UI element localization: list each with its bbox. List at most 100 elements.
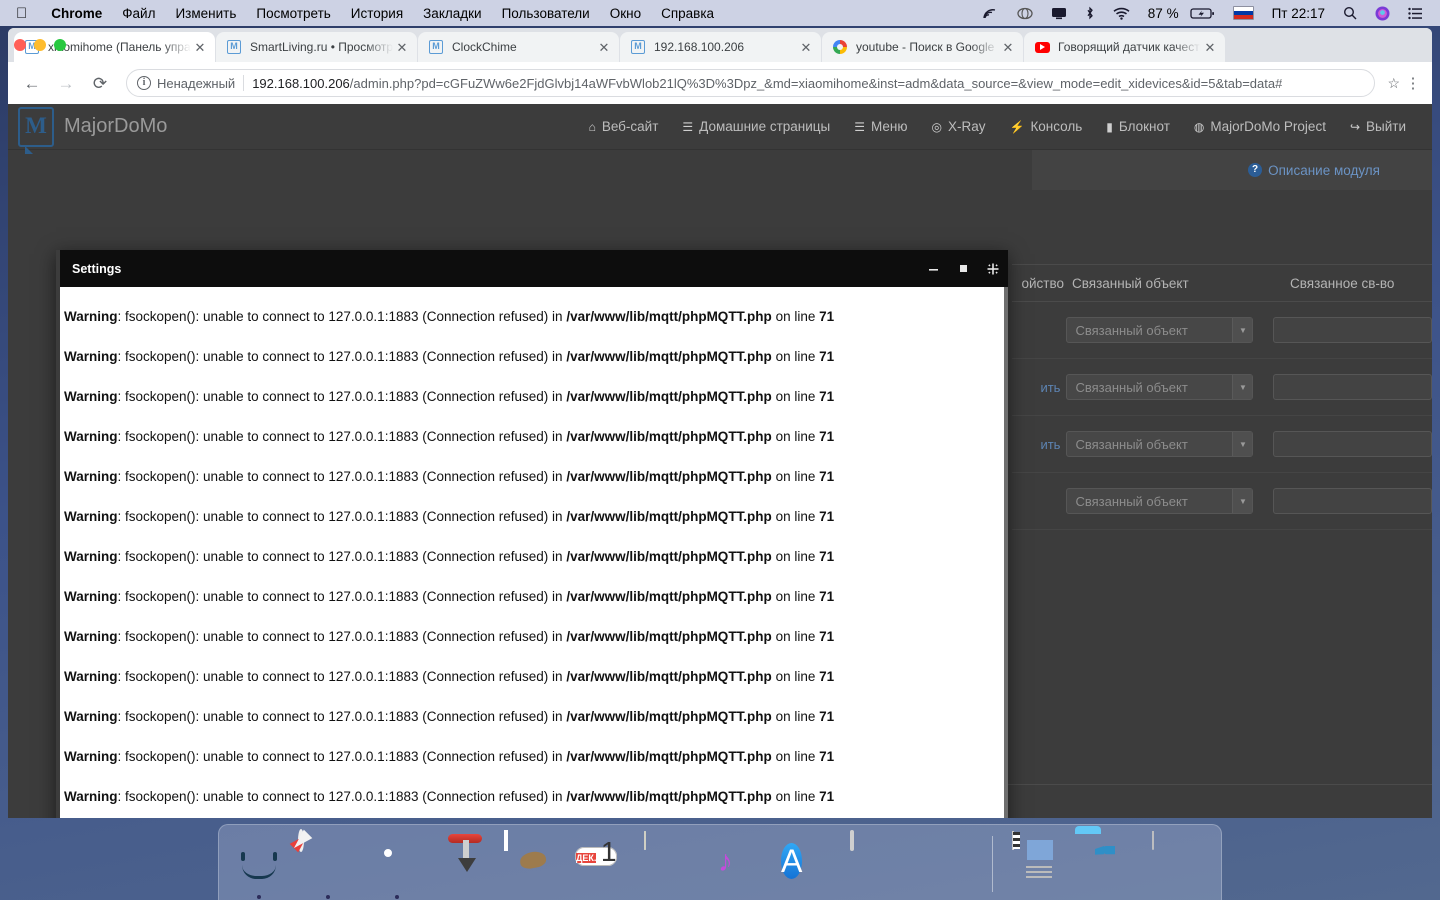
- menubar-item-chrome[interactable]: Chrome: [41, 6, 112, 21]
- dock-item-chrome[interactable]: [365, 832, 429, 899]
- wifi-icon[interactable]: [1104, 7, 1139, 20]
- info-circle-icon[interactable]: i: [137, 76, 151, 90]
- tab-close-icon[interactable]: ✕: [393, 41, 411, 54]
- nav-item-website[interactable]: ⌂ Веб-сайт: [577, 119, 671, 134]
- dock-item-app-store[interactable]: A: [779, 832, 843, 896]
- chevron-down-icon[interactable]: ▼: [1232, 375, 1253, 399]
- notebook-icon: ▮: [1106, 119, 1113, 134]
- row-action-link[interactable]: ить: [1012, 437, 1066, 452]
- browser-tab-smartliving[interactable]: M SmartLiving.ru • Просмотр с ✕: [216, 32, 417, 62]
- tab-close-icon[interactable]: ✕: [999, 41, 1017, 54]
- menubar-item-file[interactable]: Файл: [112, 6, 165, 21]
- module-description-label: Описание модуля: [1268, 162, 1380, 178]
- tab-close-icon[interactable]: ✕: [1201, 41, 1219, 54]
- linked-property-input[interactable]: [1273, 431, 1432, 457]
- display-mirror-icon[interactable]: [1042, 7, 1076, 20]
- nav-item-notebook[interactable]: ▮ Блокнот: [1094, 119, 1182, 134]
- menubar-item-users[interactable]: Пользователи: [492, 6, 600, 21]
- php-warning-line: Warning: fsockopen(): unable to connect …: [64, 469, 835, 484]
- tab-close-icon[interactable]: ✕: [595, 41, 613, 54]
- dialog-window-controls: [918, 250, 1008, 287]
- browser-tab-ip[interactable]: M 192.168.100.206 ✕: [620, 32, 821, 62]
- notification-center-icon[interactable]: [1399, 7, 1432, 20]
- zoom-window-button[interactable]: [54, 39, 66, 51]
- menubar-item-view[interactable]: Посмотреть: [246, 6, 340, 21]
- dock-item-system-preferences[interactable]: [917, 832, 981, 896]
- chevron-down-icon[interactable]: ▼: [1232, 318, 1253, 342]
- browser-tab-youtube[interactable]: Говорящий датчик качеств ✕: [1024, 32, 1225, 62]
- linked-property-input[interactable]: [1273, 317, 1432, 343]
- dialog-close-button[interactable]: [978, 250, 1008, 287]
- dialog-scrollbar[interactable]: [1004, 287, 1008, 818]
- menubar-clock[interactable]: Пт 22:17: [1263, 6, 1334, 21]
- dock-item-transmit[interactable]: [434, 832, 498, 896]
- browser-tab-google[interactable]: youtube - Поиск в Google ✕: [822, 32, 1023, 62]
- minimize-window-button[interactable]: [34, 39, 46, 51]
- chevron-down-icon[interactable]: ▼: [1232, 432, 1253, 456]
- menubar-status-area: 87 % Пт 22:17: [973, 6, 1440, 21]
- creative-cloud-icon[interactable]: [1008, 7, 1042, 20]
- dock-item-safari[interactable]: [289, 829, 360, 899]
- bolt-icon: ⚡: [1009, 119, 1025, 134]
- tab-close-icon[interactable]: ✕: [797, 41, 815, 54]
- dock-item-itunes[interactable]: [710, 832, 774, 896]
- dock-item-mail[interactable]: [503, 832, 567, 896]
- table-row: Связанный объект ▼: [1012, 302, 1432, 359]
- nav-item-logout[interactable]: ↪ Выйти: [1338, 119, 1418, 134]
- table-header-row: ойство Связанный объект Связанное св-во: [1012, 264, 1432, 302]
- nav-item-home-pages[interactable]: ☰ Домашние страницы: [670, 119, 842, 134]
- dialog-maximize-button[interactable]: [948, 250, 978, 287]
- dock-item-calendar[interactable]: ДЕК. 1: [572, 832, 636, 896]
- linked-object-select[interactable]: Связанный объект ▼: [1066, 317, 1254, 343]
- macos-dock: ДЕК. 1 A: [218, 824, 1222, 900]
- apple-menu-icon[interactable]: : [0, 6, 41, 21]
- airdrop-icon[interactable]: [973, 7, 1008, 20]
- spotlight-search-icon[interactable]: [1334, 6, 1366, 20]
- dialog-title: Settings: [72, 261, 122, 276]
- nav-item-console[interactable]: ⚡ Консоль: [997, 119, 1094, 134]
- tab-close-icon[interactable]: ✕: [191, 41, 209, 54]
- bookmark-star-icon[interactable]: ☆: [1387, 75, 1400, 92]
- linked-property-input[interactable]: [1273, 488, 1432, 514]
- logout-icon: ↪: [1349, 119, 1361, 134]
- row-action-link[interactable]: ить: [1012, 380, 1066, 395]
- nav-item-project[interactable]: ◍ MajorDoMo Project: [1182, 119, 1338, 134]
- chrome-menu-icon[interactable]: ⋮: [1404, 76, 1422, 91]
- dock-item-display[interactable]: [848, 830, 912, 896]
- majordomo-logo[interactable]: M MajorDoMo: [18, 106, 167, 154]
- forward-button[interactable]: →: [52, 69, 80, 97]
- dock-item-notes[interactable]: [641, 831, 705, 896]
- linked-property-input[interactable]: [1273, 374, 1432, 400]
- close-window-button[interactable]: [14, 39, 26, 51]
- menubar-item-window[interactable]: Окно: [600, 6, 651, 21]
- browser-tab-clockchime[interactable]: M ClockChime ✕: [418, 32, 619, 62]
- window-traffic-lights[interactable]: [14, 39, 66, 51]
- dock-item-windows-folder[interactable]: [1073, 832, 1137, 896]
- siri-icon[interactable]: [1366, 6, 1399, 21]
- settings-dialog: Settings Warning: fsockopen(): unable to…: [56, 250, 1008, 818]
- address-bar[interactable]: i Ненадежный 192.168.100.206 /admin.php?…: [126, 69, 1376, 97]
- menubar-item-bookmarks[interactable]: Закладки: [413, 6, 491, 21]
- dock-item-document[interactable]: [1004, 831, 1068, 896]
- dialog-minimize-button[interactable]: [918, 250, 948, 287]
- dock-item-finder[interactable]: [227, 832, 291, 899]
- reload-button[interactable]: ⟳: [86, 69, 114, 97]
- menubar-item-history[interactable]: История: [341, 6, 413, 21]
- nav-item-menu[interactable]: ☰ Меню: [842, 119, 919, 134]
- bluetooth-icon[interactable]: [1076, 6, 1104, 20]
- dock-item-trash[interactable]: [1142, 831, 1206, 896]
- dialog-titlebar[interactable]: Settings: [56, 250, 1008, 287]
- linked-object-select[interactable]: Связанный объект ▼: [1066, 431, 1254, 457]
- linked-object-select[interactable]: Связанный объект ▼: [1066, 374, 1254, 400]
- menubar-item-edit[interactable]: Изменить: [165, 6, 246, 21]
- linked-object-select[interactable]: Связанный объект ▼: [1066, 488, 1254, 514]
- back-button[interactable]: ←: [18, 69, 46, 97]
- column-header-linked-property: Связанное св-во: [1290, 275, 1395, 291]
- chevron-down-icon[interactable]: ▼: [1232, 489, 1253, 513]
- flag-ru-icon[interactable]: [1224, 6, 1263, 20]
- menubar-item-help[interactable]: Справка: [651, 6, 724, 21]
- battery-icon[interactable]: [1188, 7, 1224, 20]
- majordomo-icon: M: [630, 39, 646, 55]
- module-description-link[interactable]: ? Описание модуля: [1248, 163, 1380, 178]
- nav-item-xray[interactable]: ◎ X-Ray: [919, 119, 997, 134]
